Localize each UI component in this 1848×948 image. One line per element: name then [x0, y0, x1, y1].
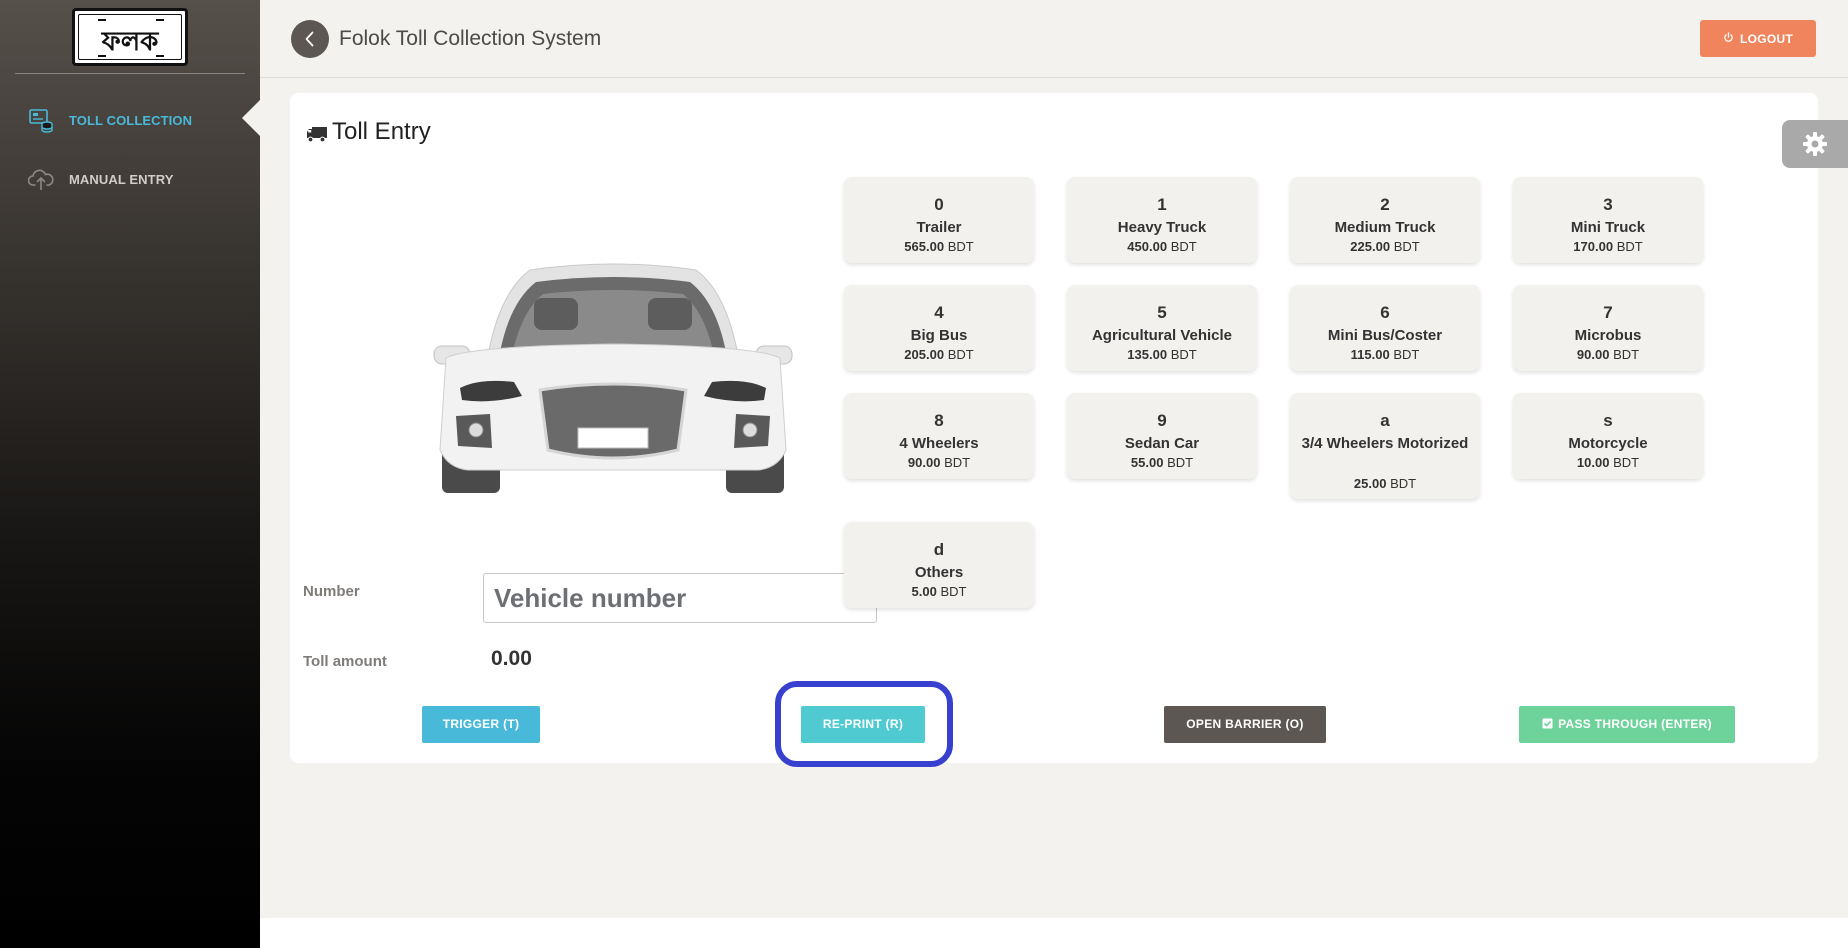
vehicle-type-tile[interactable]: 5 Agricultural Vehicle 135.00 BDT: [1067, 285, 1257, 371]
toll-amount-label: Toll amount: [303, 653, 387, 670]
chevron-left-icon: [305, 31, 314, 47]
tile-price: 90.00 BDT: [1576, 347, 1640, 362]
tile-price: 25.00 BDT: [1353, 476, 1417, 491]
sidebar-item-manual-entry[interactable]: MANUAL ENTRY: [0, 159, 260, 199]
tile-price: 170.00 BDT: [1573, 239, 1643, 254]
tile-price: 565.00 BDT: [904, 239, 974, 254]
tile-key: s: [1603, 411, 1613, 430]
tile-price: 135.00 BDT: [1127, 347, 1197, 362]
tile-price: 115.00 BDT: [1350, 347, 1420, 362]
tile-key: a: [1380, 411, 1390, 430]
pass-through-label: PASS THROUGH (ENTER): [1558, 717, 1712, 731]
main-content: Folok Toll Collection System LOGOUT Toll…: [260, 0, 1848, 918]
card-title: Toll Entry: [332, 118, 431, 145]
tile-name: Medium Truck: [1334, 219, 1436, 236]
gear-icon: [1803, 132, 1827, 156]
vehicle-type-tile[interactable]: 4 Big Bus 205.00 BDT: [844, 285, 1034, 371]
logout-button[interactable]: LOGOUT: [1700, 20, 1816, 57]
vehicle-type-tile[interactable]: a 3/4 Wheelers Motorized 25.00 BDT: [1290, 393, 1480, 499]
tile-price: 450.00 BDT: [1127, 239, 1197, 254]
back-button[interactable]: [291, 20, 329, 58]
tile-name: Motorcycle: [1568, 435, 1648, 452]
number-label: Number: [303, 583, 360, 600]
open-barrier-button[interactable]: OPEN BARRIER (O): [1164, 706, 1326, 743]
vehicle-type-tile[interactable]: 1 Heavy Truck 450.00 BDT: [1067, 177, 1257, 263]
power-icon: [1724, 32, 1733, 42]
vehicle-number-input[interactable]: [483, 573, 877, 623]
tile-price: 90.00 BDT: [907, 455, 971, 470]
tile-name: Microbus: [1574, 327, 1642, 344]
vehicle-type-tile[interactable]: 9 Sedan Car 55.00 BDT: [1067, 393, 1257, 479]
tile-price: 10.00 BDT: [1576, 455, 1640, 470]
vehicle-type-tile[interactable]: 0 Trailer 565.00 BDT: [844, 177, 1034, 263]
logo[interactable]: ফলক: [72, 8, 188, 66]
tile-key: 2: [1380, 195, 1390, 214]
settings-button[interactable]: [1782, 120, 1848, 168]
tile-name: Mini Bus/Coster: [1327, 327, 1443, 344]
page-title: Folok Toll Collection System: [339, 27, 602, 50]
tile-name: Agricultural Vehicle: [1091, 327, 1233, 344]
vehicle-type-tile[interactable]: 3 Mini Truck 170.00 BDT: [1513, 177, 1703, 263]
vehicle-type-tile[interactable]: 7 Microbus 90.00 BDT: [1513, 285, 1703, 371]
reprint-button[interactable]: RE-PRINT (R): [801, 706, 925, 743]
sidebar-item-label: MANUAL ENTRY: [69, 172, 174, 187]
tile-name: Mini Truck: [1570, 219, 1646, 236]
vehicle-type-tile[interactable]: 2 Medium Truck 225.00 BDT: [1290, 177, 1480, 263]
tile-name: Heavy Truck: [1117, 219, 1207, 236]
tile-key: 0: [934, 195, 944, 214]
toll-collection-icon: [29, 109, 53, 133]
footer-strip: [260, 918, 1848, 948]
vehicle-type-tile[interactable]: s Motorcycle 10.00 BDT: [1513, 393, 1703, 479]
vehicle-image: [433, 263, 793, 493]
tile-key: 5: [1157, 303, 1167, 322]
tile-key: 9: [1157, 411, 1167, 430]
tile-price: 225.00 BDT: [1350, 239, 1420, 254]
tile-key: 7: [1603, 303, 1613, 322]
sidebar-divider: [15, 73, 245, 74]
tile-name: 3/4 Wheelers Motorized: [1301, 435, 1469, 452]
tile-key: 1: [1157, 195, 1167, 214]
trigger-button[interactable]: TRIGGER (T): [422, 706, 540, 743]
tile-key: 3: [1603, 195, 1613, 214]
tile-key: 4: [934, 303, 944, 322]
vehicle-type-tile[interactable]: d Others 5.00 BDT: [844, 522, 1034, 608]
active-indicator: [242, 100, 260, 136]
header: Folok Toll Collection System LOGOUT: [260, 0, 1848, 78]
toll-entry-card: Toll Entry Number Toll amount 0.00: [290, 93, 1818, 767]
truck-icon: [307, 127, 327, 143]
sidebar-item-toll-collection[interactable]: TOLL COLLECTION: [0, 100, 260, 140]
toll-amount-value: 0.00: [491, 647, 532, 670]
tile-price: 205.00 BDT: [904, 347, 974, 362]
vehicle-type-tile[interactable]: 8 4 Wheelers 90.00 BDT: [844, 393, 1034, 479]
tile-price: 5.00 BDT: [911, 584, 967, 599]
tile-name: Sedan Car: [1124, 435, 1200, 452]
tile-key: 6: [1380, 303, 1390, 322]
tile-name: 4 Wheelers: [899, 435, 979, 452]
logout-label: LOGOUT: [1740, 32, 1794, 46]
cloud-upload-icon: [28, 169, 54, 190]
tile-name: Big Bus: [910, 327, 968, 344]
tile-key: 8: [934, 411, 944, 430]
tile-price: 55.00 BDT: [1130, 455, 1194, 470]
pass-through-button[interactable]: PASS THROUGH (ENTER): [1519, 706, 1735, 743]
sidebar-item-label: TOLL COLLECTION: [69, 113, 193, 128]
tile-name: Others: [914, 564, 964, 581]
check-square-icon: [1542, 718, 1553, 729]
sidebar: ফলক TOLL COLLECTION MANUAL ENTRY: [0, 0, 260, 948]
tile-key: d: [933, 540, 945, 559]
tile-name: Trailer: [916, 219, 962, 236]
vehicle-type-tile[interactable]: 6 Mini Bus/Coster 115.00 BDT: [1290, 285, 1480, 371]
logo-text: ফলক: [101, 27, 159, 57]
